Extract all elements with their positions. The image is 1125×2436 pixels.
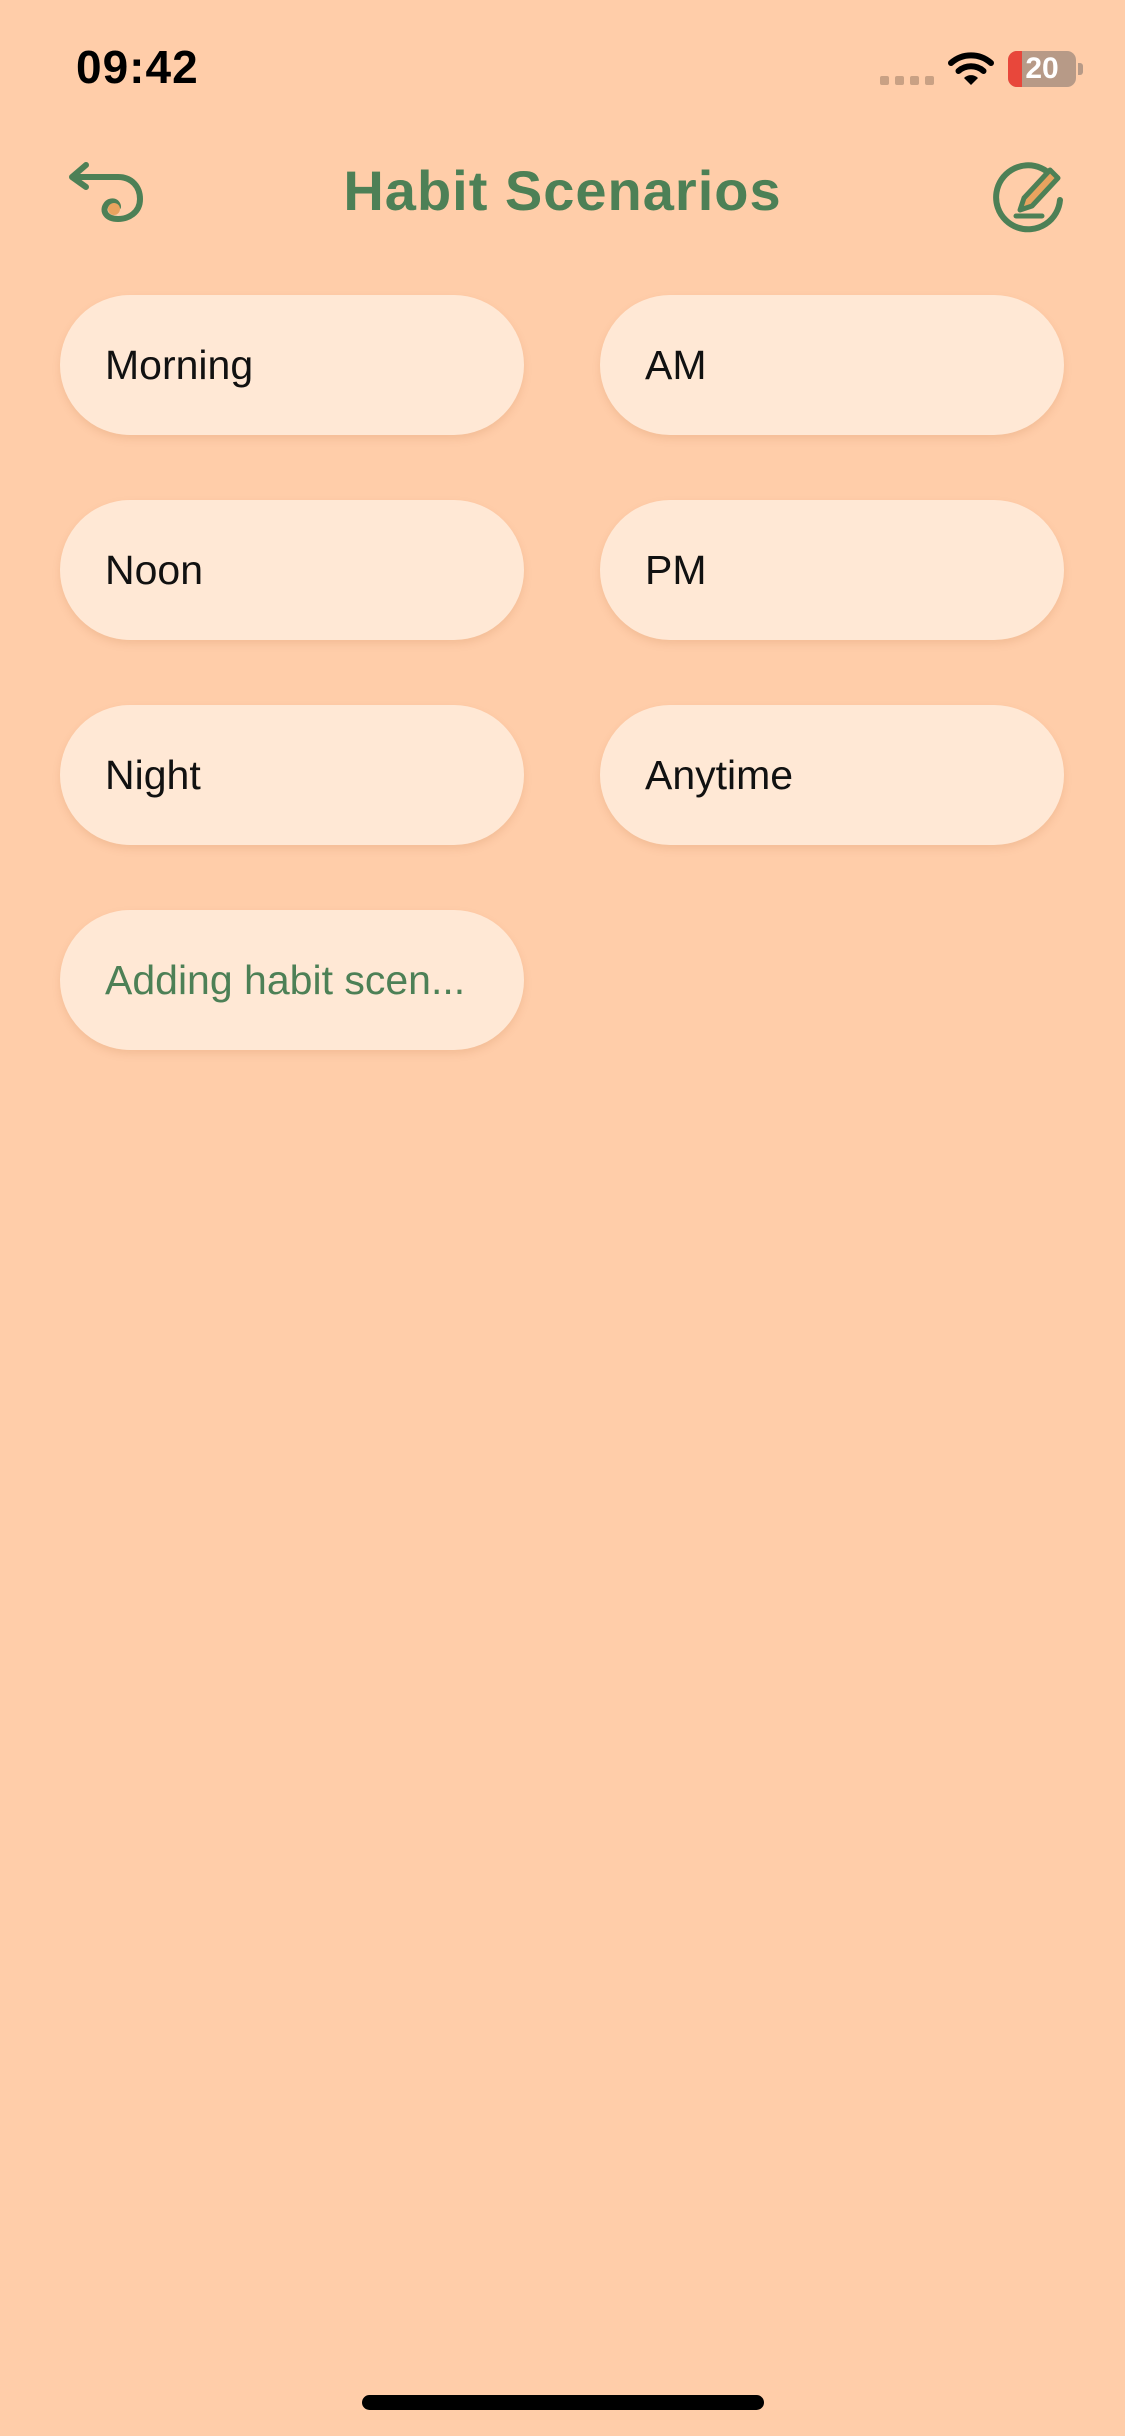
navigation-bar: Habit Scenarios [0, 140, 1125, 250]
home-indicator[interactable] [362, 2395, 764, 2410]
scenario-chip-anytime[interactable]: Anytime [600, 705, 1064, 845]
scenario-chip-noon[interactable]: Noon [60, 500, 524, 640]
scenario-chip-night[interactable]: Night [60, 705, 524, 845]
scenario-label: Anytime [645, 751, 794, 798]
battery-cap [1078, 63, 1083, 75]
status-time: 09:42 [76, 41, 199, 93]
status-bar: 09:42 20 [0, 0, 1125, 140]
scenario-chip-am[interactable]: AM [600, 295, 1064, 435]
battery-percentage: 20 [1025, 52, 1059, 85]
add-scenario-button[interactable]: Adding habit scen... [60, 910, 524, 1050]
scenario-label: Night [105, 751, 201, 798]
cellular-signal-icon [880, 76, 934, 85]
edit-button[interactable] [990, 154, 1070, 234]
scenario-label: Morning [105, 341, 254, 388]
wifi-icon [948, 52, 994, 85]
scenario-label: AM [645, 341, 707, 388]
scenario-chip-pm[interactable]: PM [600, 500, 1064, 640]
scenario-label: PM [645, 546, 707, 593]
scenario-chip-morning[interactable]: Morning [60, 295, 524, 435]
page-title: Habit Scenarios [343, 159, 782, 222]
add-scenario-label: Adding habit scen... [105, 956, 466, 1003]
scenario-label: Noon [105, 546, 204, 593]
edit-pencil-icon [993, 162, 1063, 233]
battery-icon: 20 [1008, 51, 1076, 87]
